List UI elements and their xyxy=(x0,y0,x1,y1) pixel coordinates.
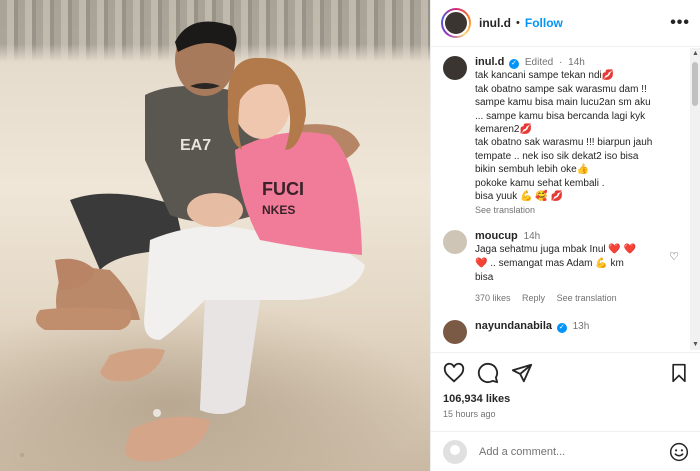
follow-button[interactable]: Follow xyxy=(525,16,563,30)
comments-scroll-area[interactable]: inul.d ✓ Edited · 14h tak kancani sampe … xyxy=(431,48,700,350)
verified-badge-icon: ✓ xyxy=(556,322,567,333)
scrollbar[interactable]: ▲ ▼ xyxy=(690,48,700,350)
caption-username[interactable]: inul.d xyxy=(475,56,504,68)
comment-line: bisa xyxy=(475,271,494,283)
caption: inul.d ✓ Edited · 14h tak kancani sampe … xyxy=(431,48,700,218)
scroll-up-arrow-icon[interactable]: ▲ xyxy=(692,50,699,57)
caption-line: tak obatno sampe sak warasmu dam !! xyxy=(475,83,647,95)
caption-line: kemaren2💋 xyxy=(475,124,532,136)
posted-time: 15 hours ago xyxy=(443,409,496,419)
bookmark-icon[interactable] xyxy=(669,362,689,384)
caption-line: sampe kamu bisa main lucu2an sm aku xyxy=(475,97,651,109)
edited-label: Edited xyxy=(524,57,554,68)
caption-text: tak kancani sampe tekan ndi💋 tak obatno … xyxy=(475,69,687,203)
photo-figures: EA7 FUCI NKES xyxy=(20,21,365,462)
caption-age: 14h xyxy=(568,57,585,68)
caption-line: pokoke kamu sehat kembali . xyxy=(475,177,605,189)
verified-badge-icon: ✓ xyxy=(509,59,520,69)
comment-like-heart-icon[interactable]: ♡ xyxy=(669,250,679,263)
add-comment-input[interactable]: Add a comment... xyxy=(479,446,669,458)
comment-username[interactable]: moucup xyxy=(475,230,518,242)
heart-icon[interactable] xyxy=(443,362,465,384)
comment-avatar[interactable] xyxy=(443,229,467,254)
comment: moucup 14h Jaga sehatmu juga mbak Inul ❤… xyxy=(431,218,700,306)
scroll-down-arrow-icon[interactable]: ▼ xyxy=(692,341,699,348)
scrollbar-thumb[interactable] xyxy=(692,62,698,106)
post-photo[interactable]: EA7 FUCI NKES xyxy=(0,0,430,471)
likes-count[interactable]: 106,934 likes xyxy=(443,393,689,405)
comment-line: ❤️ .. semangat mas Adam 💪 km xyxy=(475,258,624,270)
see-translation-link[interactable]: See translation xyxy=(475,204,687,217)
author-avatar[interactable] xyxy=(441,8,471,38)
caption-line: tak kancani sampe tekan ndi💋 xyxy=(475,70,615,82)
comment-line: Jaga sehatmu juga mbak Inul ❤️ ❤️ xyxy=(475,244,637,256)
comment-avatar[interactable] xyxy=(443,319,467,344)
comment-likes[interactable]: 370 likes xyxy=(475,293,511,303)
comment-bubble-icon[interactable] xyxy=(477,362,499,384)
comment-age: 14h xyxy=(523,230,541,242)
comment-username[interactable]: nayundanabila xyxy=(475,320,552,332)
add-comment-bar: Add a comment... xyxy=(431,431,700,471)
comment: nayundanabila ✓ 13h xyxy=(431,306,700,344)
caption-avatar[interactable] xyxy=(443,56,467,80)
current-user-avatar xyxy=(443,439,467,464)
svg-text:NKES: NKES xyxy=(262,203,295,217)
post-header: inul.d • Follow ••• xyxy=(431,0,700,47)
post-details-panel: inul.d • Follow ••• inul.d ✓ Edited · 14… xyxy=(430,0,700,471)
caption-line: tempate .. nek iso sik dekat2 iso bisa xyxy=(475,150,639,162)
caption-line: bisa yuuk 💪 🥰 💋 xyxy=(475,191,563,203)
reply-button[interactable]: Reply xyxy=(522,293,545,303)
author-username[interactable]: inul.d xyxy=(479,16,511,30)
caption-line: bikin sembuh lebih oke👍 xyxy=(475,164,590,176)
svg-text:FUCI: FUCI xyxy=(262,179,304,199)
separator-dot: • xyxy=(516,17,520,29)
caption-line: ... sampe kamu bisa bercanda lagi kyk xyxy=(475,110,646,122)
paper-plane-icon[interactable] xyxy=(511,362,533,384)
caption-line: tak obatno sak warasmu !!! biarpun jauh xyxy=(475,137,653,149)
smiley-icon[interactable] xyxy=(669,442,689,462)
more-options-icon[interactable]: ••• xyxy=(670,14,690,32)
post-actions: 106,934 likes 15 hours ago xyxy=(431,352,700,419)
comment-age: 13h xyxy=(572,320,590,332)
see-translation-link[interactable]: See translation xyxy=(557,293,617,303)
svg-text:EA7: EA7 xyxy=(180,137,211,154)
